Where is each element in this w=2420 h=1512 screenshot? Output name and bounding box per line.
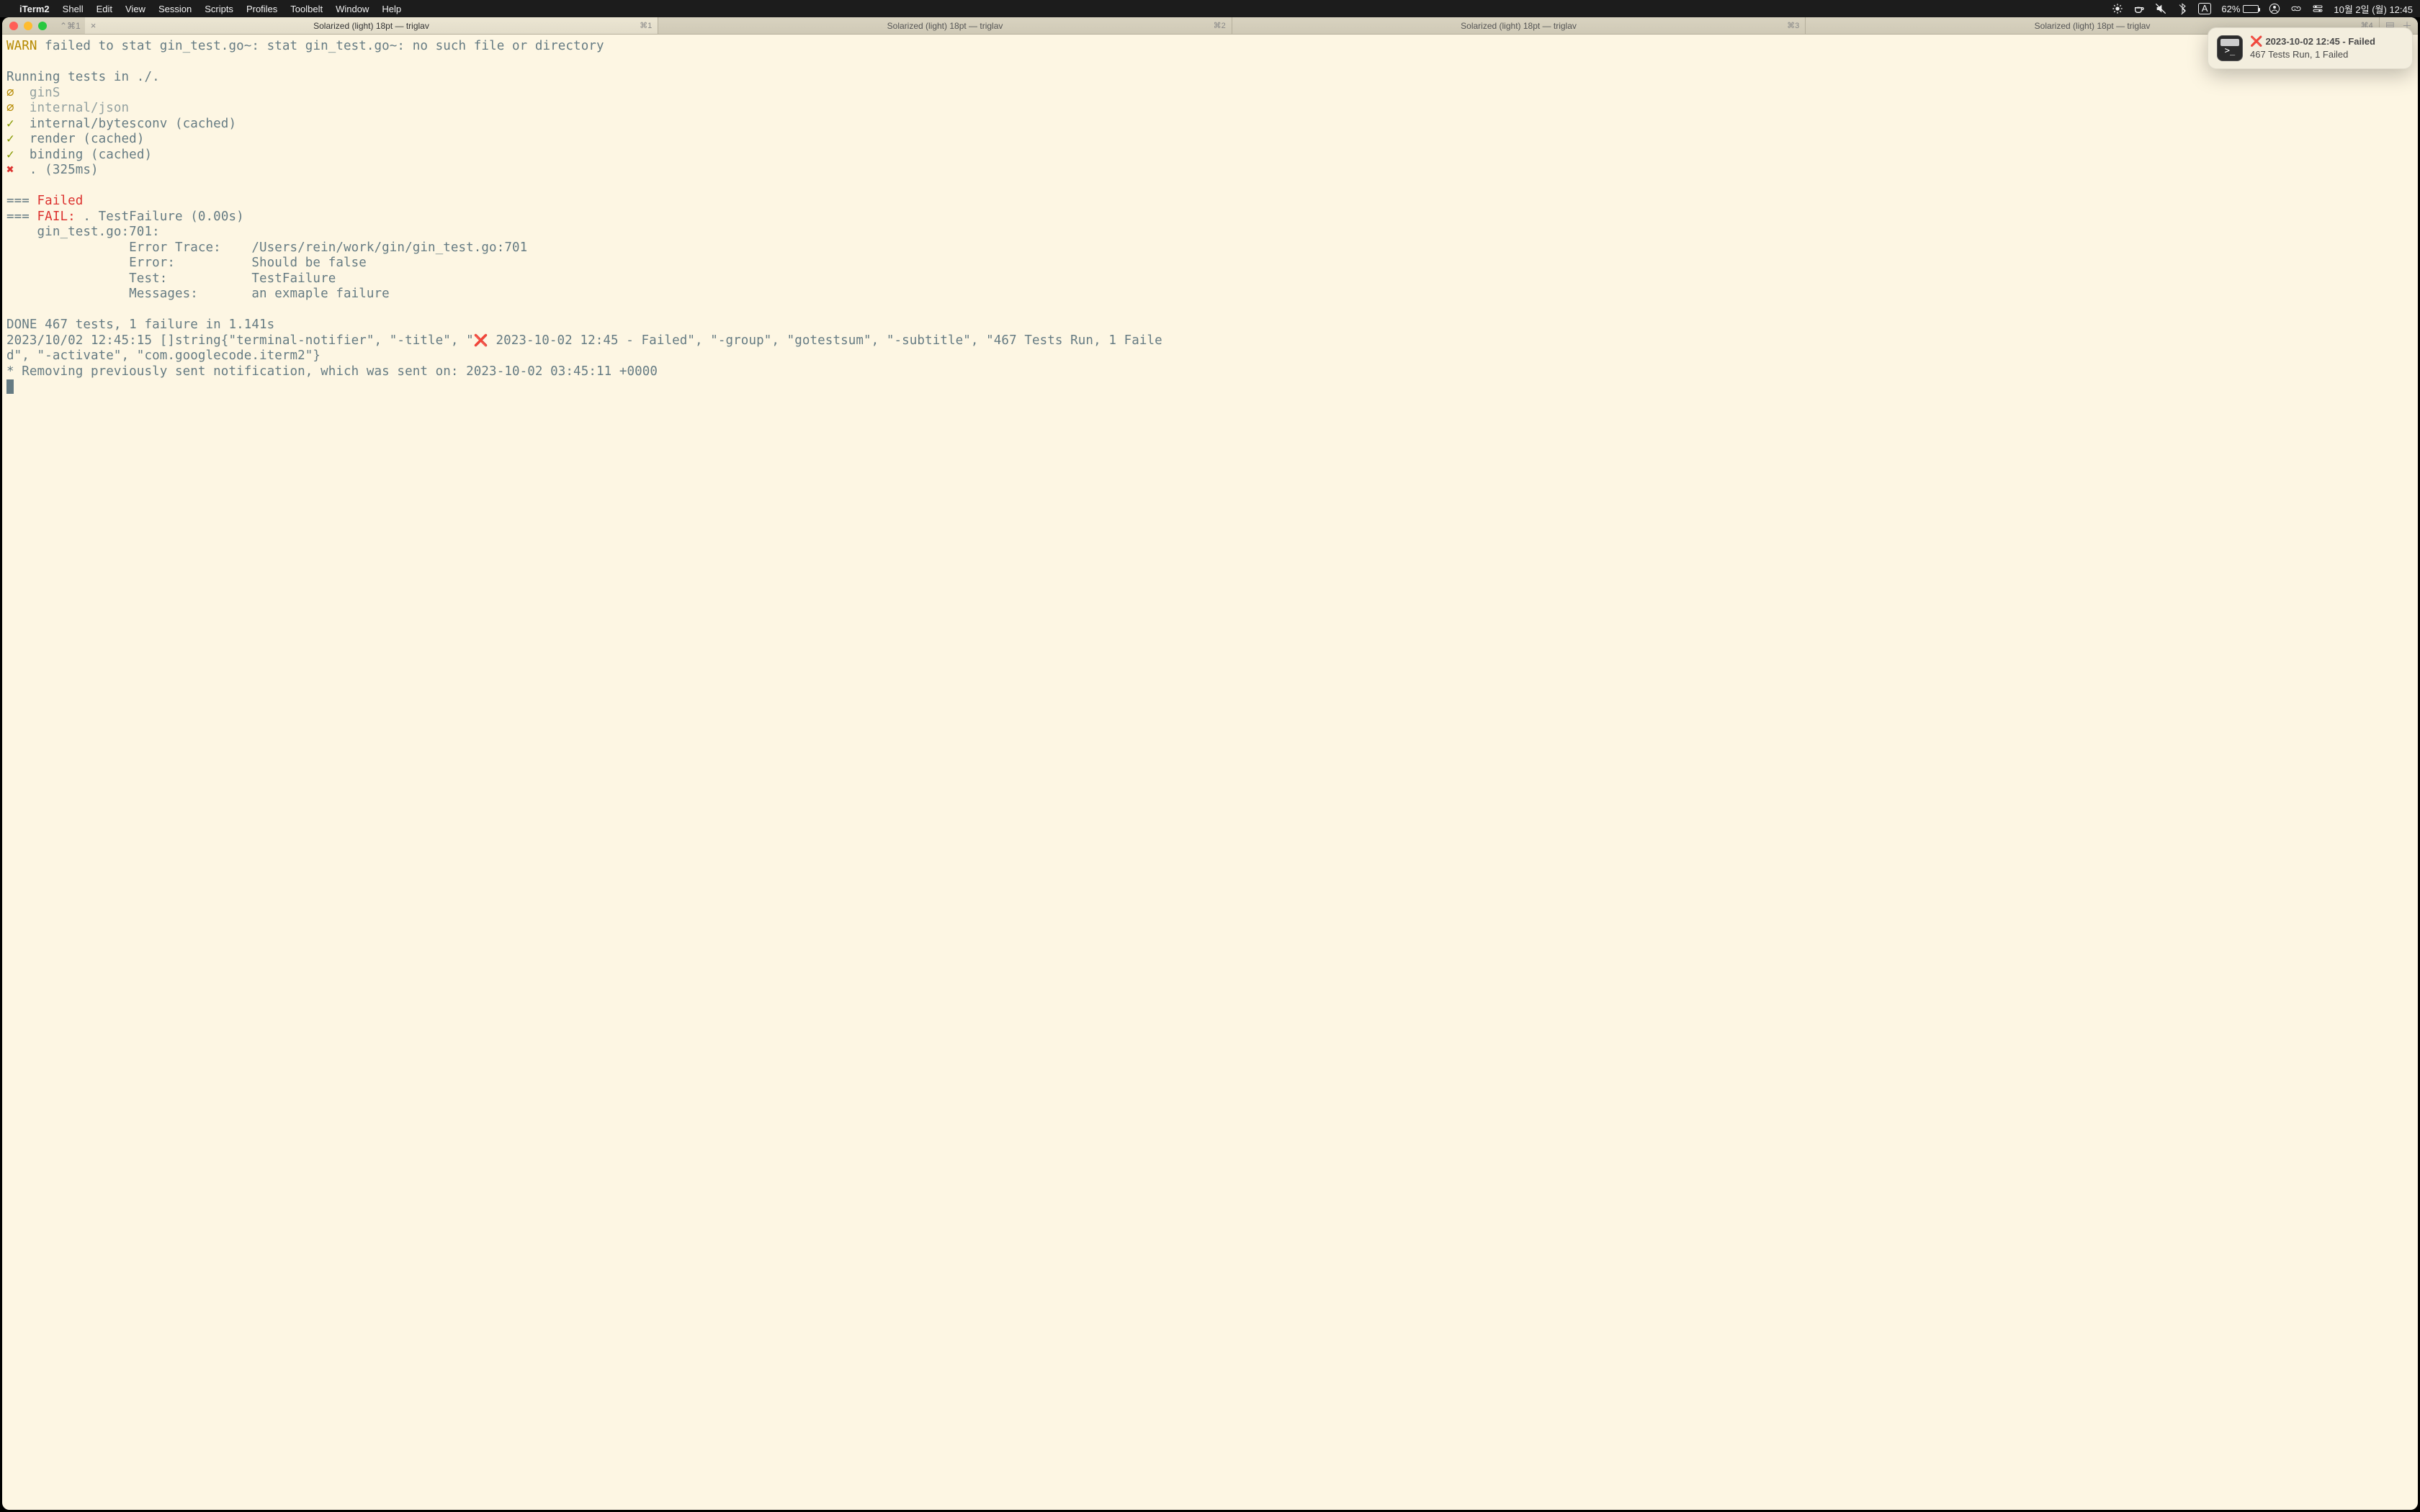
term-l5: internal/bytesconv (cached) [14, 117, 236, 131]
system-notification[interactable]: >_ ❌ 2023-10-02 12:45 - Failed 467 Tests… [2208, 27, 2413, 69]
term-l5-sym: ✓ [6, 117, 14, 131]
term-l8-sym: ✖ [6, 163, 14, 177]
term-l12: gin_test.go:701: [6, 225, 160, 239]
menubar-right: A 62% 10월 2일 (월) 12:45 [2112, 2, 2413, 16]
term-l6: render (cached) [14, 132, 145, 146]
term-l7: binding (cached) [14, 148, 152, 162]
notification-body: ❌ 2023-10-02 12:45 - Failed 467 Tests Ru… [2250, 35, 2403, 60]
term-l6-sym: ✓ [6, 132, 14, 146]
term-l3: ginS [14, 86, 60, 100]
term-l11-fail: FAIL: [37, 210, 76, 224]
notification-title-text: 2023-10-02 12:45 - Failed [2265, 36, 2375, 47]
tab-3-shortcut: ⌘3 [1787, 21, 1799, 30]
link-icon[interactable] [2290, 3, 2302, 14]
notification-app-icon: >_ [2217, 35, 2243, 61]
term-warn: WARN [6, 39, 37, 53]
menu-shell[interactable]: Shell [56, 4, 90, 14]
brightness-icon[interactable] [2112, 3, 2123, 14]
tab-2-shortcut: ⌘2 [1214, 21, 1226, 30]
tabbar-window-shortcut: ⌃⌘1 [55, 17, 85, 34]
menu-edit[interactable]: Edit [90, 4, 119, 14]
term-l14: Error: Should be false [6, 256, 367, 270]
bluetooth-icon[interactable] [2177, 3, 2188, 14]
term-l19c: 2023-10-02 12:45 - Failed", "-group", "g… [488, 333, 1162, 348]
terminal-cursor [6, 379, 14, 394]
tab-4-title: Solarized (light) 18pt — triglav [2035, 21, 2151, 31]
control-center-icon[interactable] [2312, 3, 2323, 14]
window-minimize-button[interactable] [24, 22, 32, 30]
tabs-container: × Solarized (light) 18pt — triglav ⌘1 So… [85, 17, 2380, 34]
tab-1[interactable]: × Solarized (light) 18pt — triglav ⌘1 [85, 17, 659, 34]
term-l2: Running tests in ./. [6, 70, 160, 84]
menu-profiles[interactable]: Profiles [240, 4, 284, 14]
term-l4-sym: ∅ [6, 101, 14, 115]
tab-1-shortcut: ⌘1 [640, 21, 652, 30]
tab-2-title: Solarized (light) 18pt — triglav [887, 21, 1003, 31]
iterm2-window: ⌃⌘1 × Solarized (light) 18pt — triglav ⌘… [2, 17, 2418, 1510]
term-l11-rest: . TestFailure (0.00s) [76, 210, 244, 224]
menu-view[interactable]: View [119, 4, 152, 14]
term-l0: failed to stat gin_test.go~: stat gin_te… [37, 39, 604, 53]
terminal-content[interactable]: WARN failed to stat gin_test.go~: stat g… [2, 35, 2418, 1510]
window-traffic-lights [2, 17, 55, 34]
iterm2-tabbar: ⌃⌘1 × Solarized (light) 18pt — triglav ⌘… [2, 17, 2418, 35]
term-l20: d", "-activate", "com.googlecode.iterm2"… [6, 348, 321, 363]
notification-subtitle: 467 Tests Run, 1 Failed [2250, 49, 2403, 60]
battery-icon [2243, 5, 2259, 13]
battery-indicator[interactable]: 62% [2221, 4, 2259, 14]
term-l19-emoji: ❌ [474, 333, 488, 347]
notification-app-icon-glyph: >_ [2225, 45, 2235, 55]
menu-toolbelt[interactable]: Toolbelt [284, 4, 329, 14]
clock[interactable]: 10월 2일 (월) 12:45 [2334, 2, 2413, 16]
macos-menubar: iTerm2 Shell Edit View Session Scripts P… [0, 0, 2420, 17]
term-l13: Error Trace: /Users/rein/work/gin/gin_te… [6, 240, 527, 255]
coffee-icon[interactable] [2133, 3, 2145, 14]
term-l7-sym: ✓ [6, 148, 14, 162]
volume-muted-icon[interactable] [2155, 3, 2166, 14]
term-l18: DONE 467 tests, 1 failure in 1.141s [6, 318, 274, 332]
tab-close-icon[interactable]: × [91, 20, 97, 31]
term-l19a: 2023/10/02 12:45:15 []string{"terminal-n… [6, 333, 474, 348]
tab-2[interactable]: Solarized (light) 18pt — triglav ⌘2 [658, 17, 1232, 34]
menu-session[interactable]: Session [152, 4, 198, 14]
tab-1-title: Solarized (light) 18pt — triglav [313, 21, 429, 31]
window-zoom-button[interactable] [38, 22, 47, 30]
window-close-button[interactable] [9, 22, 18, 30]
tab-3[interactable]: Solarized (light) 18pt — triglav ⌘3 [1232, 17, 1806, 34]
tab-3-title: Solarized (light) 18pt — triglav [1461, 21, 1577, 31]
user-icon[interactable] [2269, 3, 2280, 14]
menu-scripts[interactable]: Scripts [198, 4, 240, 14]
term-l15: Test: TestFailure [6, 271, 336, 286]
menu-help[interactable]: Help [375, 4, 408, 14]
term-l4: internal/json [14, 101, 130, 115]
term-l21: * Removing previously sent notification,… [6, 364, 658, 379]
term-l8: . (325ms) [14, 163, 99, 177]
battery-percent: 62% [2221, 4, 2240, 14]
term-l11-pre: === [6, 210, 37, 224]
term-l10-pre: === [6, 194, 37, 208]
menu-app-name[interactable]: iTerm2 [13, 4, 56, 14]
menu-window[interactable]: Window [329, 4, 375, 14]
term-l10-fail: Failed [37, 194, 84, 208]
term-l16: Messages: an exmaple failure [6, 287, 390, 301]
notification-x-icon: ❌ [2250, 35, 2262, 48]
input-source-indicator[interactable]: A [2198, 3, 2212, 14]
notification-title: ❌ 2023-10-02 12:45 - Failed [2250, 35, 2403, 48]
term-l3-sym: ∅ [6, 86, 14, 100]
menubar-left: iTerm2 Shell Edit View Session Scripts P… [7, 4, 408, 14]
